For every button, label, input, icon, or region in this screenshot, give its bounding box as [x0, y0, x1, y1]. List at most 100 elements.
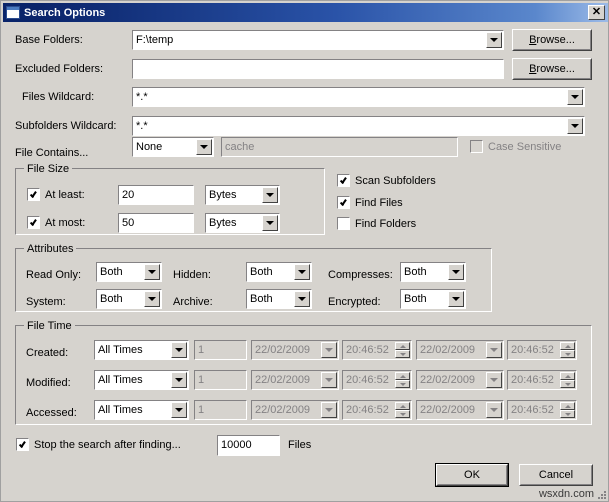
- accessed-count-input[interactable]: 1: [193, 399, 248, 421]
- created-date-from-combo[interactable]: 22/02/2009: [250, 339, 340, 361]
- chevron-down-icon[interactable]: [567, 89, 583, 105]
- browse-label: rowse...: [536, 34, 575, 46]
- at-most-unit-value: Bytes: [209, 217, 237, 229]
- resize-grip[interactable]: [594, 487, 606, 499]
- spinner-buttons[interactable]: [560, 402, 575, 418]
- read-only-label: Read Only:: [26, 269, 82, 281]
- system-combo[interactable]: Both: [95, 288, 163, 310]
- created-time-to-spinner[interactable]: 20:46:52: [506, 339, 578, 361]
- modified-time-from-spinner[interactable]: 20:46:52: [341, 369, 413, 391]
- hidden-combo[interactable]: Both: [245, 261, 313, 283]
- find-files-checkbox[interactable]: Find Files: [336, 195, 403, 210]
- created-count-input[interactable]: 1: [193, 339, 248, 361]
- chevron-down-icon[interactable]: [171, 342, 187, 358]
- at-least-value-input[interactable]: 20: [117, 184, 195, 206]
- spinner-buttons[interactable]: [395, 342, 410, 358]
- modified-time-to-spinner[interactable]: 20:46:52: [506, 369, 578, 391]
- subfolders-wildcard-combo[interactable]: *.*: [131, 115, 586, 137]
- base-folders-combo[interactable]: F:\temp: [131, 29, 505, 51]
- chevron-down-icon[interactable]: [321, 402, 337, 418]
- chevron-down-icon[interactable]: [448, 264, 464, 280]
- modified-label: Modified:: [26, 377, 71, 389]
- scan-subfolders-checkbox[interactable]: Scan Subfolders: [336, 173, 436, 188]
- file-contains-placeholder: cache: [225, 140, 255, 153]
- spinner-buttons[interactable]: [395, 372, 410, 388]
- modified-date-from-combo[interactable]: 22/02/2009: [250, 369, 340, 391]
- chevron-down-icon[interactable]: [171, 402, 187, 418]
- spinner-buttons[interactable]: [560, 372, 575, 388]
- chevron-down-icon[interactable]: [567, 118, 583, 134]
- find-folders-checkbox[interactable]: Find Folders: [336, 216, 416, 231]
- at-least-checkbox[interactable]: At least:: [26, 187, 85, 202]
- accessed-date-to-combo[interactable]: 22/02/2009: [415, 399, 505, 421]
- spinner-buttons[interactable]: [395, 402, 410, 418]
- close-icon[interactable]: ✕: [588, 5, 605, 20]
- spinner-up-icon[interactable]: [560, 342, 575, 350]
- modified-date-from-value: 22/02/2009: [255, 374, 311, 386]
- spinner-down-icon[interactable]: [395, 350, 410, 358]
- file-contains-text-input[interactable]: cache: [220, 136, 459, 158]
- accessed-time-from-spinner[interactable]: 20:46:52: [341, 399, 413, 421]
- chevron-down-icon[interactable]: [262, 187, 278, 203]
- chevron-down-icon[interactable]: [294, 264, 310, 280]
- chevron-down-icon[interactable]: [486, 342, 502, 358]
- chevron-down-icon[interactable]: [321, 342, 337, 358]
- modified-date-to-combo[interactable]: 22/02/2009: [415, 369, 505, 391]
- chevron-down-icon[interactable]: [486, 402, 502, 418]
- browse-excluded-folders-button[interactable]: Browse...: [512, 58, 592, 80]
- spinner-up-icon[interactable]: [395, 372, 410, 380]
- modified-count-input[interactable]: 1: [193, 369, 248, 391]
- spinner-up-icon[interactable]: [395, 402, 410, 410]
- spinner-up-icon[interactable]: [560, 402, 575, 410]
- compresses-combo[interactable]: Both: [399, 261, 467, 283]
- chevron-down-icon[interactable]: [486, 372, 502, 388]
- spinner-up-icon[interactable]: [395, 342, 410, 350]
- at-most-checkbox[interactable]: At most:: [26, 215, 85, 230]
- chevron-down-icon[interactable]: [144, 264, 160, 280]
- accessed-mode-combo[interactable]: All Times: [93, 399, 190, 421]
- spinner-buttons[interactable]: [560, 342, 575, 358]
- created-date-to-combo[interactable]: 22/02/2009: [415, 339, 505, 361]
- case-sensitive-checkbox[interactable]: Case Sensitive: [469, 139, 561, 154]
- modified-mode-combo[interactable]: All Times: [93, 369, 190, 391]
- at-most-unit-combo[interactable]: Bytes: [204, 212, 281, 234]
- at-least-unit-value: Bytes: [209, 189, 237, 201]
- accessed-date-from-combo[interactable]: 22/02/2009: [250, 399, 340, 421]
- chevron-down-icon[interactable]: [144, 291, 160, 307]
- chevron-down-icon[interactable]: [171, 372, 187, 388]
- at-least-unit-combo[interactable]: Bytes: [204, 184, 281, 206]
- accessed-mode-value: All Times: [98, 404, 143, 416]
- chevron-down-icon[interactable]: [294, 291, 310, 307]
- chevron-down-icon[interactable]: [448, 291, 464, 307]
- accessed-time-to-spinner[interactable]: 20:46:52: [506, 399, 578, 421]
- chevron-down-icon[interactable]: [321, 372, 337, 388]
- spinner-down-icon[interactable]: [395, 410, 410, 418]
- spinner-up-icon[interactable]: [560, 372, 575, 380]
- compresses-label: Compresses:: [328, 269, 393, 281]
- archive-combo[interactable]: Both: [245, 288, 313, 310]
- encrypted-combo[interactable]: Both: [399, 288, 467, 310]
- file-contains-label: File Contains...: [15, 147, 89, 159]
- file-contains-mode-combo[interactable]: None: [131, 136, 215, 158]
- ok-button[interactable]: OK: [435, 463, 509, 487]
- chevron-down-icon[interactable]: [486, 32, 502, 48]
- at-most-value-input[interactable]: 50: [117, 212, 195, 234]
- browse-base-folders-button[interactable]: Browse...: [512, 29, 592, 51]
- cancel-button[interactable]: Cancel: [519, 464, 593, 486]
- spinner-down-icon[interactable]: [560, 350, 575, 358]
- excluded-folders-input[interactable]: [131, 58, 505, 80]
- stop-search-count-input[interactable]: 10000: [216, 434, 281, 457]
- subfolders-wildcard-value: *.*: [136, 120, 148, 132]
- stop-search-checkbox[interactable]: Stop the search after finding...: [15, 437, 181, 452]
- files-wildcard-combo[interactable]: *.*: [131, 86, 586, 108]
- read-only-value: Both: [100, 266, 123, 278]
- created-mode-combo[interactable]: All Times: [93, 339, 190, 361]
- spinner-down-icon[interactable]: [395, 380, 410, 388]
- chevron-down-icon[interactable]: [196, 139, 212, 155]
- spinner-down-icon[interactable]: [560, 380, 575, 388]
- created-time-from-spinner[interactable]: 20:46:52: [341, 339, 413, 361]
- cancel-label: Cancel: [538, 469, 574, 481]
- chevron-down-icon[interactable]: [262, 215, 278, 231]
- read-only-combo[interactable]: Both: [95, 261, 163, 283]
- spinner-down-icon[interactable]: [560, 410, 575, 418]
